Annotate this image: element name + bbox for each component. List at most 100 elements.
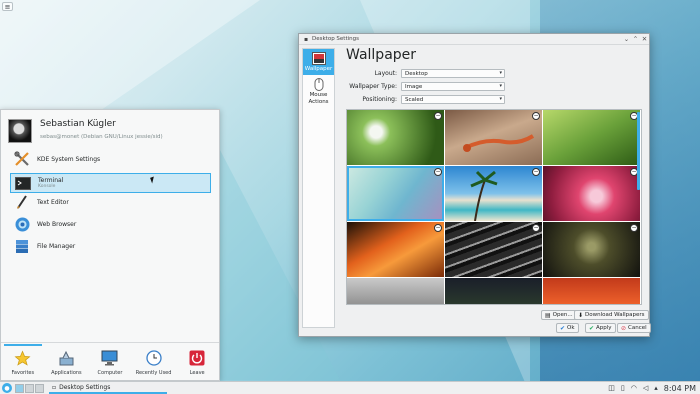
wallpaper-thumb[interactable]: −: [445, 110, 542, 165]
ok-button[interactable]: ✔ Ok: [556, 323, 579, 333]
sidebar-item-wallpaper[interactable]: Wallpaper: [303, 49, 334, 76]
download-button-label: Download Wallpapers: [585, 312, 645, 318]
cancel-button[interactable]: ⊘ Cancel: [617, 323, 651, 333]
sidebar-item-mouse-actions[interactable]: Mouse Actions: [303, 75, 334, 108]
taskbar-panel: ● ▫ Desktop Settings ◫ ▯ ◠ ◁ ▴ 8:04 PM: [0, 381, 700, 394]
favorite-item-system-settings[interactable]: KDE System Settings: [10, 149, 211, 169]
wallpaper-thumb[interactable]: −: [347, 222, 444, 277]
remove-icon[interactable]: −: [434, 112, 442, 120]
download-icon: ⬇: [578, 311, 584, 319]
pager-desktop[interactable]: [25, 383, 34, 393]
device-notifier-icon[interactable]: ▯: [621, 384, 625, 392]
positioning-row: Positioning: Scaled ▾: [345, 95, 509, 104]
task-desktop-settings[interactable]: ▫ Desktop Settings: [49, 383, 167, 394]
wallpaper-grid: − − − − − − − − −: [346, 109, 642, 305]
window-titlebar[interactable]: ▪ Desktop Settings ⌄ ⌃ ✕: [299, 34, 649, 45]
remove-icon[interactable]: −: [434, 168, 442, 176]
window-title: Desktop Settings: [312, 36, 359, 42]
user-host: sebas@monet (Debian GNU/Linux jessie/sid…: [40, 134, 163, 140]
power-icon: [188, 349, 206, 367]
wallpaper-thumb[interactable]: [445, 278, 542, 304]
tab-label: Applications: [51, 370, 82, 376]
minimize-button[interactable]: ⌄: [622, 35, 631, 43]
download-wallpapers-button[interactable]: ⬇ Download Wallpapers: [574, 310, 649, 320]
applications-icon: [57, 349, 75, 367]
favorite-item-terminal[interactable]: Terminal Konsole: [10, 173, 211, 193]
layout-value: Desktop: [405, 70, 428, 77]
user-name: Sebastian Kügler: [40, 119, 116, 129]
text-editor-icon: [14, 194, 30, 210]
open-button[interactable]: ▤ Open...: [541, 310, 577, 320]
remove-icon[interactable]: −: [532, 112, 540, 120]
favorite-name: KDE System Settings: [37, 155, 101, 163]
favorite-item-web-browser[interactable]: Web Browser: [10, 214, 211, 234]
favorite-name: Terminal: [38, 177, 64, 184]
web-browser-icon: [14, 216, 30, 232]
apply-button[interactable]: ✔ Apply: [585, 323, 616, 333]
wallpaper-thumb[interactable]: [543, 278, 640, 304]
layout-row: Layout: Desktop ▾: [345, 69, 509, 78]
wallpaper-thumb[interactable]: −: [543, 166, 640, 221]
clock[interactable]: 8:04 PM: [664, 384, 696, 393]
window-menu-icon[interactable]: ▪: [302, 35, 310, 43]
chevron-down-icon: ▾: [499, 83, 502, 89]
tab-leave[interactable]: Leave: [176, 344, 218, 380]
tab-applications[interactable]: Applications: [45, 344, 87, 380]
positioning-value: Scaled: [405, 96, 424, 103]
tab-label: Favorites: [11, 370, 35, 376]
maximize-button[interactable]: ⌃: [631, 35, 640, 43]
tab-recently-used[interactable]: Recently Used: [133, 344, 175, 380]
recent-icon: [145, 349, 163, 367]
wallpaper-type-select[interactable]: Image ▾: [401, 82, 505, 91]
wallpaper-type-value: Image: [405, 83, 423, 90]
tab-label: Recently Used: [135, 370, 172, 376]
volume-icon[interactable]: ◁: [643, 384, 648, 392]
settings-sidebar: Wallpaper Mouse Actions: [302, 48, 335, 328]
wallpaper-thumb[interactable]: −: [543, 110, 640, 165]
remove-icon[interactable]: −: [434, 224, 442, 232]
positioning-select[interactable]: Scaled ▾: [401, 95, 505, 104]
remove-icon[interactable]: −: [532, 168, 540, 176]
wifi-icon[interactable]: ◠: [631, 384, 637, 392]
desktop-toolbox-button[interactable]: ≡: [2, 2, 13, 11]
tab-computer[interactable]: Computer: [89, 344, 131, 380]
hamburger-icon: ≡: [4, 2, 11, 11]
tab-favorites[interactable]: Favorites: [2, 344, 44, 380]
file-manager-icon: [14, 238, 30, 254]
cancel-icon: ⊘: [621, 324, 627, 332]
virtual-desktop-pager[interactable]: [15, 383, 44, 393]
star-icon: [14, 349, 32, 367]
chevron-down-icon: ▾: [499, 96, 502, 102]
kde-launcher-icon[interactable]: ●: [2, 383, 12, 393]
wallpaper-thumb[interactable]: −: [543, 222, 640, 277]
apply-button-label: Apply: [596, 325, 612, 331]
wallpaper-thumb-selected[interactable]: −: [347, 166, 444, 221]
sidebar-item-label: Mouse Actions: [308, 92, 329, 105]
tab-label: Computer: [97, 370, 123, 376]
task-label: Desktop Settings: [59, 383, 111, 391]
pager-desktop[interactable]: [15, 383, 24, 393]
close-button[interactable]: ✕: [640, 35, 649, 43]
pager-desktop[interactable]: [35, 383, 44, 393]
wallpaper-type-label: Wallpaper Type:: [349, 83, 397, 90]
wallpaper-thumb[interactable]: −: [347, 110, 444, 165]
clipboard-icon[interactable]: ◫: [608, 384, 615, 392]
desktop-settings-window: ▪ Desktop Settings ⌄ ⌃ ✕ Wallpaper Mouse…: [298, 33, 651, 337]
wallpaper-thumb[interactable]: −: [445, 222, 542, 277]
wallpaper-thumb[interactable]: [347, 278, 444, 304]
arrow-up-icon[interactable]: ▴: [654, 384, 658, 392]
favorite-item-file-manager[interactable]: File Manager: [10, 236, 211, 256]
checkmark-icon: ✔: [560, 324, 566, 332]
remove-icon[interactable]: −: [630, 224, 638, 232]
window-icon: ▫: [52, 383, 57, 391]
computer-icon: [101, 349, 119, 367]
wallpaper-grid-scrollbar[interactable]: [637, 112, 640, 190]
wallpaper-thumb[interactable]: −: [445, 166, 542, 221]
tab-label: Leave: [189, 370, 205, 376]
avatar[interactable]: [8, 119, 32, 143]
favorite-item-text-editor[interactable]: Text Editor: [10, 192, 211, 212]
checkmark-icon: ✔: [589, 324, 595, 332]
open-button-label: Open...: [552, 312, 573, 318]
remove-icon[interactable]: −: [532, 224, 540, 232]
layout-select[interactable]: Desktop ▾: [401, 69, 505, 78]
